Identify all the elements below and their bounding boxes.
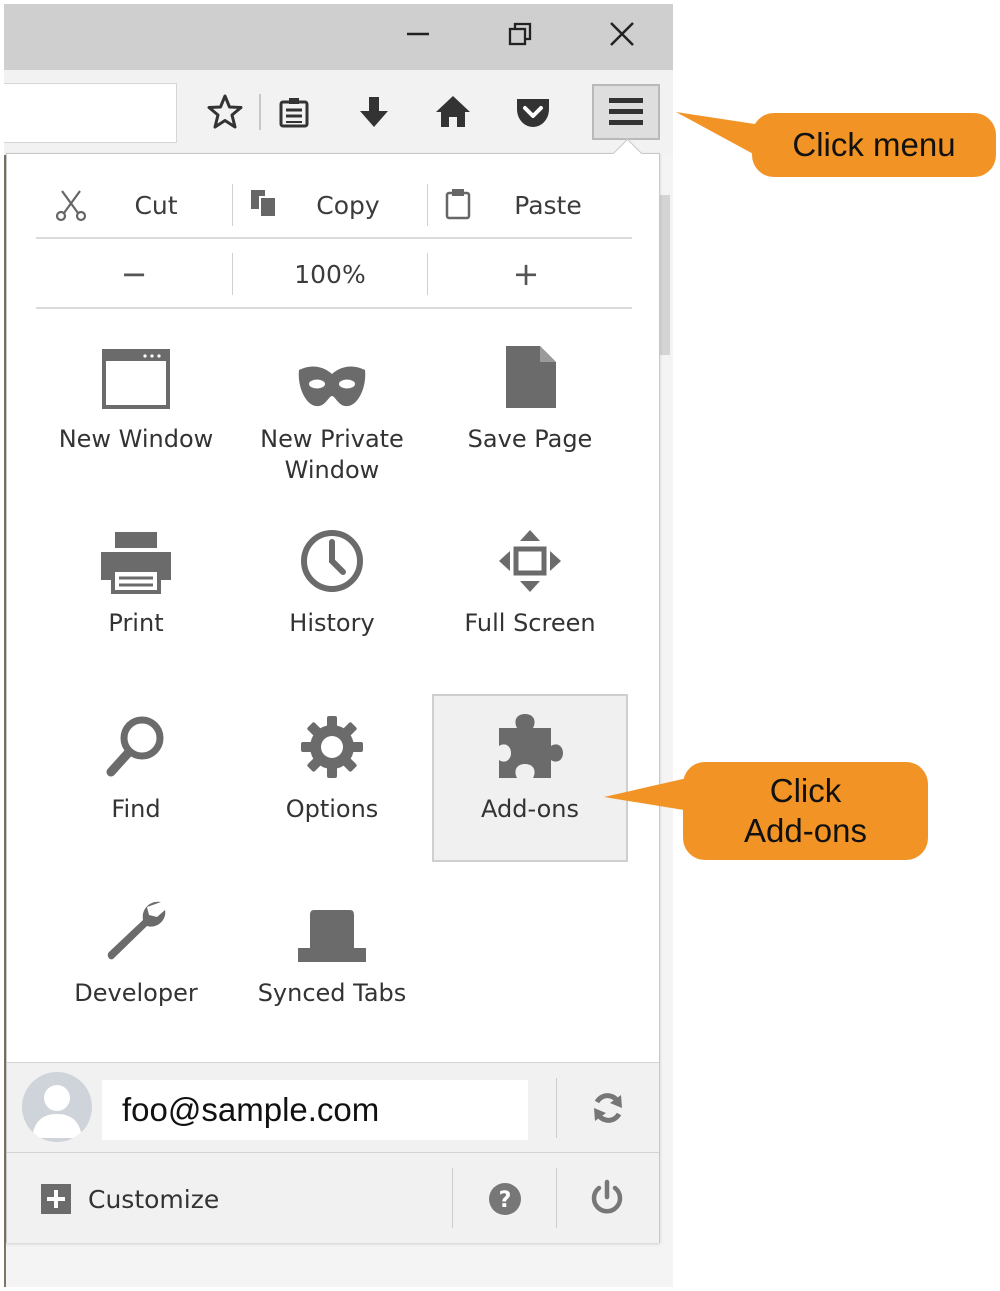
- find-button[interactable]: Find: [38, 690, 234, 858]
- minimize-button[interactable]: [398, 14, 438, 54]
- full-screen-button[interactable]: Full Screen: [432, 504, 628, 672]
- cut-label: Cut: [134, 190, 178, 220]
- puzzle-icon: [499, 714, 563, 778]
- download-arrow-icon: [360, 97, 388, 127]
- customize-label: Customize: [88, 1184, 220, 1214]
- downloads-button[interactable]: [352, 90, 396, 134]
- synced-tabs-button[interactable]: Synced Tabs: [234, 874, 430, 1042]
- history-button[interactable]: History: [234, 504, 430, 672]
- bookmark-button[interactable]: [203, 90, 247, 134]
- print-label: Print: [108, 609, 164, 637]
- restore-button[interactable]: [500, 14, 540, 54]
- full-screen-label: Full Screen: [464, 609, 596, 637]
- mask-icon: [298, 366, 366, 407]
- synced-tabs-icon: [298, 910, 366, 962]
- copy-icon: [251, 190, 277, 218]
- options-button[interactable]: Options: [234, 690, 430, 858]
- bookmarks-menu-button[interactable]: [272, 90, 316, 134]
- hamburger-menu-icon: [609, 98, 643, 125]
- page-icon: [506, 346, 556, 408]
- menu-divider: [36, 307, 632, 309]
- window-icon: [102, 349, 170, 409]
- gear-icon: [301, 716, 363, 778]
- paste-label: Paste: [514, 190, 582, 220]
- avatar[interactable]: [22, 1072, 92, 1142]
- quit-button[interactable]: [586, 1176, 628, 1218]
- page-scrollbar[interactable]: [660, 195, 670, 355]
- toolbar-separator: [259, 94, 261, 130]
- save-page-label: Save Page: [467, 425, 593, 453]
- account-email[interactable]: foo@sample.com: [102, 1080, 528, 1140]
- add-ons-button[interactable]: Add-ons: [432, 694, 628, 862]
- new-window-button[interactable]: New Window: [38, 320, 234, 488]
- callout-click-add-ons: Click Add-ons: [683, 762, 928, 860]
- zoom-controls: − 100% +: [36, 239, 632, 309]
- footer-separator: [452, 1168, 453, 1228]
- options-label: Options: [285, 795, 379, 823]
- developer-button[interactable]: Developer: [38, 874, 234, 1042]
- footer-separator: [556, 1078, 557, 1138]
- new-window-label: New Window: [58, 425, 214, 453]
- zoom-out-button[interactable]: −: [36, 239, 232, 309]
- clock-icon: [301, 530, 363, 592]
- pocket-icon: [517, 99, 549, 127]
- paste-clipboard-icon: [445, 189, 471, 220]
- copy-button[interactable]: Copy: [232, 170, 428, 240]
- title-bar: [4, 4, 673, 70]
- help-icon: ?: [489, 1183, 521, 1215]
- open-menu-button[interactable]: [592, 84, 660, 140]
- url-bar[interactable]: [4, 83, 177, 143]
- synced-tabs-label: Synced Tabs: [257, 979, 407, 1007]
- history-label: History: [289, 609, 375, 637]
- printer-icon: [101, 532, 171, 594]
- new-private-window-label: New Private Window: [260, 425, 404, 484]
- edit-controls: Cut Copy Paste: [36, 170, 632, 240]
- minimize-icon: [407, 32, 429, 36]
- user-silhouette-icon: [32, 1085, 82, 1138]
- paste-button[interactable]: Paste: [428, 170, 624, 240]
- clipboard-list-icon: [279, 98, 309, 128]
- copy-label: Copy: [316, 190, 380, 220]
- close-icon: [610, 22, 634, 46]
- customize-button[interactable]: Customize: [40, 1174, 219, 1224]
- pocket-button[interactable]: [511, 90, 555, 134]
- sync-button[interactable]: [586, 1088, 630, 1128]
- cut-button[interactable]: Cut: [36, 170, 232, 240]
- scissors-icon: [55, 190, 87, 222]
- home-button[interactable]: [431, 90, 475, 134]
- close-window-button[interactable]: [602, 14, 642, 54]
- callout-click-menu: Click menu: [752, 113, 996, 177]
- save-page-button[interactable]: Save Page: [432, 320, 628, 488]
- new-private-window-button[interactable]: New Private Window: [234, 320, 430, 488]
- zoom-reset-button[interactable]: 100%: [232, 239, 428, 309]
- developer-label: Developer: [74, 979, 198, 1007]
- footer-separator: [556, 1168, 557, 1228]
- restore-icon: [508, 22, 532, 46]
- star-icon: [207, 94, 243, 129]
- zoom-in-button[interactable]: +: [428, 239, 624, 309]
- sync-icon: [594, 1093, 622, 1123]
- home-icon: [436, 96, 470, 127]
- print-button[interactable]: Print: [38, 504, 234, 672]
- wrench-icon: [107, 901, 166, 960]
- power-icon: [591, 1179, 623, 1214]
- magnifier-icon: [106, 716, 164, 777]
- plus-box-icon: [41, 1184, 71, 1214]
- help-button[interactable]: ?: [484, 1178, 526, 1220]
- find-label: Find: [111, 795, 161, 823]
- add-ons-label: Add-ons: [481, 795, 579, 823]
- fullscreen-icon: [499, 530, 561, 592]
- svg-text:?: ?: [499, 1188, 512, 1213]
